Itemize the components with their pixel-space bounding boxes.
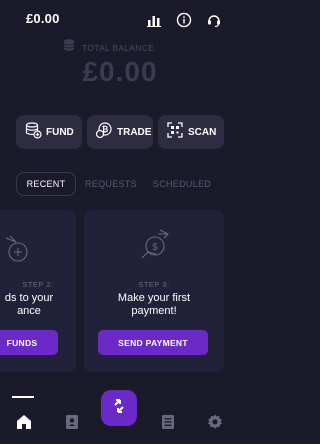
trade-button-label: TRADE [117, 126, 152, 138]
header-balance: £0.00 [26, 11, 60, 26]
send-payment-hand-icon: $ [134, 224, 176, 271]
coins-plus-icon [24, 121, 42, 144]
top-bar: £0.00 [0, 0, 240, 36]
transfer-button[interactable] [101, 390, 137, 426]
add-funds-button[interactable]: FUNDS [0, 330, 58, 355]
contacts-book-icon[interactable] [62, 412, 82, 432]
settings-gear-icon[interactable] [205, 412, 225, 432]
tab-recent[interactable]: RECENT [16, 172, 76, 196]
bar-chart-icon[interactable] [145, 11, 163, 29]
svg-text:$: $ [152, 242, 158, 253]
transfer-icon [109, 396, 129, 421]
onboarding-card-step-3: $ STEP 3: Make your first payment! SEND … [84, 210, 224, 372]
fund-button-label: FUND [46, 126, 74, 138]
send-payment-button[interactable]: SEND PAYMENT [98, 330, 208, 355]
card-step-label: STEP 2: [22, 280, 54, 289]
qr-scan-icon [166, 121, 184, 144]
card-headline-line1: ds to your [4, 292, 54, 304]
card-step-label: STEP 3: [138, 280, 170, 289]
activity-tabs: RECENT REQUESTS SCHEDULED [0, 172, 240, 198]
home-icon[interactable] [14, 412, 34, 432]
card-headline: ds to your ance [0, 292, 76, 318]
scan-button-label: SCAN [188, 126, 217, 138]
active-nav-indicator [12, 396, 34, 398]
card-headline: Make your first payment! [84, 292, 224, 318]
add-funds-hand-icon [0, 230, 38, 273]
onboarding-card-step-2: STEP 2: ds to your ance FUNDS [0, 210, 76, 372]
info-icon[interactable] [175, 11, 193, 29]
total-balance-label-row: TOTAL BALANCE [62, 38, 154, 57]
statement-list-icon[interactable] [158, 412, 178, 432]
trade-button[interactable]: ₿ TRADE [87, 115, 153, 149]
coins-stack-icon [62, 38, 76, 57]
tab-scheduled[interactable]: SCHEDULED [150, 172, 214, 196]
card-headline-line2: payment! [131, 305, 177, 317]
bitcoin-exchange-icon: ₿ [95, 121, 113, 144]
card-headline-line2: ance [17, 305, 41, 317]
support-headset-icon[interactable] [205, 11, 223, 29]
tab-requests[interactable]: REQUESTS [82, 172, 140, 196]
scan-button[interactable]: SCAN [158, 115, 224, 149]
total-balance-label: TOTAL BALANCE [82, 42, 155, 53]
card-headline-line1: Make your first [117, 292, 191, 304]
total-balance-value: £0.00 [82, 56, 158, 87]
fund-button[interactable]: FUND [16, 115, 82, 149]
